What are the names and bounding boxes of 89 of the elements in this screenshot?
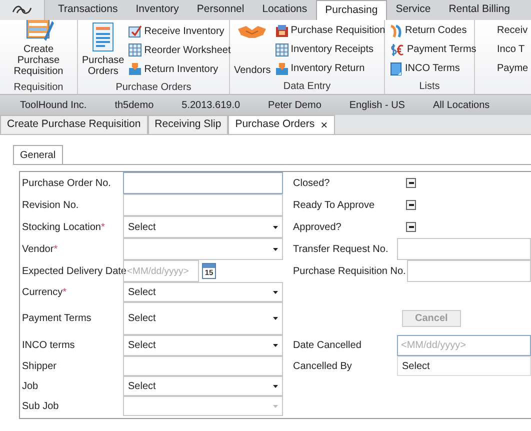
field-label: Transfer Request No. bbox=[293, 242, 390, 256]
menu-tab[interactable]: Personnel bbox=[188, 0, 254, 20]
group-label: Lists bbox=[419, 80, 440, 94]
text-field[interactable] bbox=[123, 194, 283, 216]
caret-icon bbox=[273, 248, 278, 250]
status-text: All Locations bbox=[432, 98, 490, 112]
menu-tab[interactable]: Service bbox=[386, 0, 440, 20]
form-pencil-icon bbox=[24, 20, 54, 43]
field-label: Cancelled By bbox=[293, 360, 353, 374]
group-label: Requisition bbox=[14, 81, 64, 94]
document-icon bbox=[91, 22, 116, 54]
select-field[interactable]: Select bbox=[123, 335, 283, 356]
status-text: Peter Demo bbox=[268, 98, 322, 112]
field-label: Currency* bbox=[21, 286, 68, 300]
document-tab[interactable]: Receiving Slip bbox=[148, 115, 228, 134]
swirl-icon bbox=[389, 24, 403, 38]
menu-tab[interactable]: Inventory bbox=[126, 0, 188, 20]
text-field[interactable] bbox=[397, 238, 531, 260]
select-field[interactable] bbox=[123, 238, 283, 260]
text-field[interactable]: <MM/dd/yyyy> bbox=[397, 335, 531, 356]
box-arrow-icon bbox=[274, 62, 289, 76]
field-label: Stocking Location* bbox=[21, 220, 106, 234]
field-label: Job bbox=[21, 380, 40, 394]
field-label: Shipper bbox=[21, 360, 58, 374]
text-field[interactable] bbox=[123, 356, 283, 376]
ribbon-button[interactable]: Purchase Requisition bbox=[274, 24, 386, 38]
ribbon-button[interactable]: Return Inventory bbox=[128, 62, 231, 76]
ribbon-button[interactable]: Receiv bbox=[479, 24, 528, 38]
grid-icon bbox=[274, 42, 289, 56]
caret-icon bbox=[273, 226, 278, 228]
status-text: th5demo bbox=[114, 98, 154, 112]
field-label: Purchase Order No. bbox=[21, 176, 112, 190]
ribbon-button[interactable]: INCO Terms bbox=[389, 62, 476, 76]
document-tab[interactable]: Create Purchase Requisition bbox=[0, 115, 148, 134]
menu-tab[interactable]: Rental Billing bbox=[440, 0, 519, 20]
field-label: Revision No. bbox=[21, 198, 80, 212]
ribbon-button[interactable]: Inco T bbox=[479, 42, 528, 57]
field-label: Vendor* bbox=[21, 242, 59, 256]
ribbon-button[interactable]: Purchase Orders bbox=[80, 20, 126, 80]
page-icon bbox=[389, 62, 403, 76]
document-tab[interactable]: Purchase Orders × bbox=[228, 115, 335, 134]
checkbox[interactable] bbox=[406, 200, 416, 210]
ribbon-button[interactable]: Vendors bbox=[232, 20, 273, 79]
field-label: Approved? bbox=[293, 220, 342, 234]
ribbon-button[interactable]: Reorder Worksheet bbox=[128, 43, 231, 57]
field-label: Purchase Requisition No. bbox=[293, 264, 407, 278]
checkbox[interactable] bbox=[406, 222, 416, 232]
app-logo-icon[interactable] bbox=[0, 0, 45, 20]
check-box-icon bbox=[128, 24, 142, 38]
ribbon-button[interactable]: Return Codes bbox=[389, 24, 476, 38]
field-label: Date Cancelled bbox=[293, 339, 362, 353]
menu-tab[interactable]: Transactions bbox=[49, 0, 127, 20]
select-field[interactable]: Select bbox=[397, 356, 531, 376]
text-field[interactable] bbox=[123, 172, 283, 194]
ribbon-button[interactable]: Payment Terms bbox=[389, 42, 476, 56]
caret-icon bbox=[273, 317, 278, 320]
ribbon-button[interactable]: Inventory Receipts bbox=[274, 42, 386, 56]
field-label: Closed? bbox=[293, 176, 331, 190]
grid-icon bbox=[128, 43, 142, 57]
checkbox[interactable] bbox=[406, 178, 416, 188]
field-label: Payment Terms bbox=[21, 312, 92, 326]
ribbon-button[interactable]: Inventory Return bbox=[274, 62, 386, 76]
caret-icon bbox=[273, 344, 278, 347]
currency-icon bbox=[389, 42, 405, 56]
form-tab[interactable]: General bbox=[13, 145, 63, 164]
box-arrow-icon bbox=[128, 62, 142, 76]
group-label: Purchase Orders bbox=[116, 81, 192, 94]
select-field[interactable]: Select bbox=[123, 216, 283, 238]
menu-tab[interactable]: Locations bbox=[253, 0, 316, 20]
group-label: Data Entry bbox=[283, 80, 331, 94]
status-text: 5.2013.619.0 bbox=[182, 98, 240, 112]
status-text: English - US bbox=[349, 98, 405, 112]
status-text: ToolHound Inc. bbox=[20, 98, 87, 112]
ribbon-button[interactable]: Receive Inventory bbox=[128, 24, 231, 38]
ribbon-button[interactable]: Create Purchase Requisition bbox=[2, 20, 75, 80]
caret-icon bbox=[273, 404, 278, 408]
select-field[interactable]: Select bbox=[123, 302, 283, 335]
box-icon bbox=[274, 24, 289, 38]
select-field[interactable]: Select bbox=[123, 282, 283, 302]
field-label: Ready To Approve bbox=[293, 198, 376, 212]
close-icon[interactable]: × bbox=[320, 119, 328, 131]
menu-tab[interactable]: Purchasing bbox=[316, 0, 387, 20]
field-label: INCO terms bbox=[21, 339, 76, 353]
caret-icon bbox=[273, 290, 278, 294]
ribbon-button[interactable]: Payme bbox=[479, 62, 528, 76]
field-label: Sub Job bbox=[21, 400, 60, 414]
caret-icon bbox=[273, 384, 278, 388]
select-field[interactable]: Select bbox=[123, 376, 283, 396]
text-field[interactable] bbox=[406, 260, 531, 282]
